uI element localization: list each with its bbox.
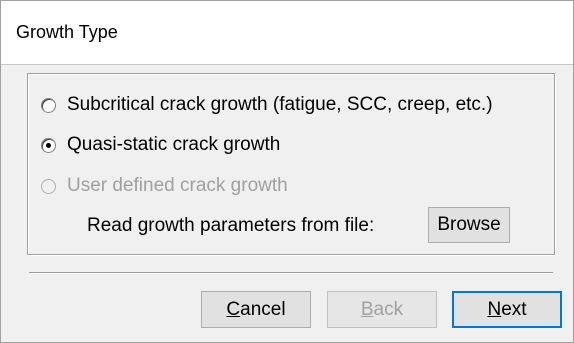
back-label-rest: ack [373,298,404,320]
cancel-label-rest: ancel [240,298,286,320]
next-mnemonic: N [487,298,502,320]
dialog-title: Growth Type [16,22,118,42]
footer-separator [29,272,553,274]
radio-subcritical-crack-growth[interactable]: Subcritical crack growth (fatigue, SCC, … [41,92,493,118]
browse-button-label: Browse [437,214,501,235]
back-mnemonic: B [360,298,374,320]
next-label-rest: ext [501,298,527,320]
growth-parameters-file-label: Read growth parameters from file: [87,215,375,236]
dialog-header: Growth Type [1,1,573,65]
radio-label: User defined crack growth [67,175,288,196]
growth-type-dialog: Growth Type Subcritical crack growth (fa… [0,0,574,343]
radio-button-checked-icon[interactable] [41,137,56,153]
radio-button-disabled-icon [41,178,56,194]
cancel-mnemonic: C [226,298,241,320]
back-button: Back [327,291,437,328]
radio-user-defined-crack-growth: User defined crack growth [41,173,288,199]
browse-button[interactable]: Browse [428,207,510,243]
radio-button-icon[interactable] [41,97,56,113]
radio-label: Quasi-static crack growth [67,134,281,155]
radio-label: Subcritical crack growth (fatigue, SCC, … [67,94,493,115]
next-button[interactable]: Next [452,291,562,328]
radio-quasi-static-crack-growth[interactable]: Quasi-static crack growth [41,132,280,158]
cancel-button[interactable]: Cancel [201,291,311,328]
